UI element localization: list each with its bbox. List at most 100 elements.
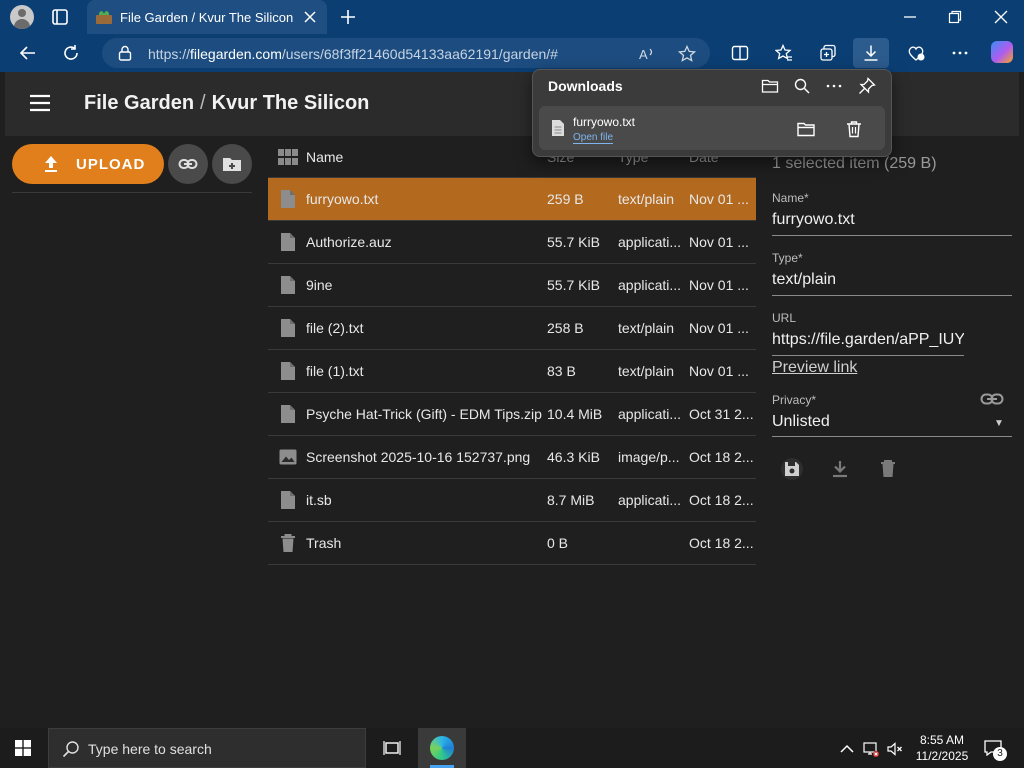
url-field-underline bbox=[772, 355, 964, 356]
file-name: file (2).txt bbox=[306, 320, 364, 336]
file-date: Nov 01 ... bbox=[689, 191, 749, 207]
download-file-icon[interactable] bbox=[829, 458, 851, 480]
collections-icon[interactable] bbox=[819, 44, 837, 62]
url-text: https://filegarden.com/users/68f3ff21460… bbox=[148, 46, 558, 62]
download-icon bbox=[864, 45, 878, 61]
split-screen-icon[interactable] bbox=[731, 44, 749, 62]
upload-label: UPLOAD bbox=[76, 156, 146, 173]
table-row[interactable]: furryowo.txt 259 B text/plain Nov 01 ... bbox=[268, 178, 756, 221]
tab-file-garden[interactable]: File Garden / Kvur The Silicon bbox=[87, 0, 327, 34]
file-icon bbox=[281, 233, 295, 251]
file-size: 46.3 KiB bbox=[547, 449, 600, 465]
task-view-icon[interactable] bbox=[383, 739, 401, 757]
show-in-folder-icon[interactable] bbox=[796, 119, 816, 139]
new-folder-button[interactable] bbox=[212, 144, 252, 184]
read-aloud-icon[interactable]: A bbox=[638, 45, 656, 63]
table-row[interactable]: Authorize.auz 55.7 KiB applicati... Nov 01 … bbox=[268, 221, 756, 264]
favorite-star-icon[interactable] bbox=[678, 45, 696, 63]
copilot-icon[interactable] bbox=[991, 41, 1013, 63]
open-file-link[interactable]: Open file bbox=[573, 132, 614, 144]
notification-count: 3 bbox=[993, 747, 1007, 761]
delete-download-icon[interactable] bbox=[844, 119, 864, 139]
link-icon bbox=[178, 159, 198, 169]
url-field[interactable]: https://file.garden/aPP_IUY bbox=[772, 331, 964, 349]
table-row[interactable]: Psyche Hat-Trick (Gift) - EDM Tips.zip 10… bbox=[268, 393, 756, 436]
windows-start-icon[interactable] bbox=[15, 740, 31, 756]
network-icon[interactable] bbox=[863, 741, 879, 757]
menu-icon[interactable] bbox=[29, 94, 51, 112]
column-header-name[interactable]: Name bbox=[306, 149, 343, 165]
address-bar[interactable]: https://filegarden.com/users/68f3ff21460… bbox=[102, 38, 710, 68]
table-row[interactable]: 9ine 55.7 KiB applicati... Nov 01 ... bbox=[268, 264, 756, 307]
back-arrow-icon[interactable] bbox=[19, 44, 37, 62]
file-size: 258 B bbox=[547, 320, 584, 336]
new-tab-icon[interactable] bbox=[340, 9, 356, 25]
breadcrumb-app[interactable]: File Garden bbox=[84, 92, 194, 114]
browser-tab-strip: File Garden / Kvur The Silicon bbox=[0, 0, 1024, 34]
name-field-underline bbox=[772, 235, 1012, 236]
file-icon bbox=[281, 319, 295, 337]
lock-icon[interactable] bbox=[118, 45, 132, 61]
close-tab-icon[interactable] bbox=[303, 10, 317, 24]
new-folder-icon bbox=[223, 158, 241, 171]
minimize-icon[interactable] bbox=[903, 10, 917, 24]
pin-icon[interactable] bbox=[858, 77, 876, 95]
file-date: Nov 01 ... bbox=[689, 320, 749, 336]
grid-view-icon[interactable] bbox=[278, 149, 298, 165]
notifications-button[interactable]: 3 bbox=[984, 740, 1007, 761]
file-date: Oct 31 2... bbox=[689, 406, 753, 422]
dropdown-arrow-icon[interactable]: ▼ bbox=[994, 418, 1004, 429]
download-file-name: furryowo.txt bbox=[573, 115, 636, 129]
add-link-button[interactable] bbox=[168, 144, 208, 184]
table-row[interactable]: Screenshot 2025-10-16 152737.png 46.3 KiB… bbox=[268, 436, 756, 479]
table-row[interactable]: file (1).txt 83 B text/plain Nov 01 ... bbox=[268, 350, 756, 393]
file-icon bbox=[281, 190, 295, 208]
name-field[interactable]: furryowo.txt bbox=[772, 211, 1012, 229]
chevron-up-icon[interactable] bbox=[839, 741, 855, 757]
more-options-icon[interactable] bbox=[951, 44, 969, 62]
sidebar-divider bbox=[12, 192, 252, 193]
table-row[interactable]: it.sb 8.7 MiB applicati... Oct 18 2... bbox=[268, 479, 756, 522]
profile-avatar[interactable] bbox=[10, 5, 34, 29]
copy-link-icon[interactable] bbox=[980, 391, 1004, 407]
file-date: Nov 01 ... bbox=[689, 363, 749, 379]
download-item[interactable]: furryowo.txt Open file bbox=[539, 106, 885, 150]
type-field[interactable]: text/plain bbox=[772, 271, 1012, 289]
open-downloads-folder-icon[interactable] bbox=[761, 77, 779, 95]
system-clock[interactable]: 8:55 AM 11/2/2025 bbox=[910, 732, 974, 764]
favorites-icon[interactable] bbox=[775, 44, 793, 62]
table-row[interactable]: Trash 0 B Oct 18 2... bbox=[268, 522, 756, 565]
browser-essentials-icon[interactable] bbox=[907, 44, 925, 62]
tab-actions-icon[interactable] bbox=[48, 6, 72, 28]
taskbar-search[interactable]: Type here to search bbox=[48, 728, 366, 768]
details-panel: 1 selected item (259 B) Name* furryowo.t… bbox=[772, 136, 1012, 536]
taskbar: Type here to search 8:55 AM 11/2/2025 3 bbox=[0, 728, 1024, 768]
downloads-panel: Downloads furryowo.txt Open file bbox=[532, 69, 892, 157]
downloads-button[interactable] bbox=[853, 38, 889, 68]
save-icon[interactable] bbox=[781, 458, 803, 480]
delete-icon[interactable] bbox=[877, 458, 899, 480]
downloads-more-icon[interactable] bbox=[825, 77, 843, 95]
upload-button[interactable]: UPLOAD bbox=[12, 144, 164, 184]
file-name: Psyche Hat-Trick (Gift) - EDM Tips.zip bbox=[306, 406, 542, 422]
volume-muted-icon[interactable] bbox=[887, 741, 903, 757]
restore-icon[interactable] bbox=[948, 10, 962, 24]
file-date: Nov 01 ... bbox=[689, 234, 749, 250]
file-type: applicati... bbox=[618, 492, 682, 508]
search-downloads-icon[interactable] bbox=[793, 77, 811, 95]
table-row[interactable]: file (2).txt 258 B text/plain Nov 01 ... bbox=[268, 307, 756, 350]
file-type: text/plain bbox=[618, 191, 675, 207]
privacy-select[interactable]: Unlisted bbox=[772, 413, 972, 431]
file-type: text/plain bbox=[618, 320, 675, 336]
file-size: 8.7 MiB bbox=[547, 492, 595, 508]
edge-taskbar-button[interactable] bbox=[418, 728, 466, 768]
breadcrumb-user[interactable]: Kvur The Silicon bbox=[212, 92, 370, 114]
preview-link[interactable]: Preview link bbox=[772, 359, 857, 377]
refresh-icon[interactable] bbox=[62, 44, 80, 62]
file-name: it.sb bbox=[306, 492, 332, 508]
file-type: applicati... bbox=[618, 234, 682, 250]
file-size: 55.7 KiB bbox=[547, 234, 600, 250]
close-window-icon[interactable] bbox=[994, 10, 1008, 24]
page-content: File Garden / Kvur The Silicon UPLOAD Name… bbox=[5, 72, 1019, 724]
file-icon bbox=[281, 491, 295, 509]
